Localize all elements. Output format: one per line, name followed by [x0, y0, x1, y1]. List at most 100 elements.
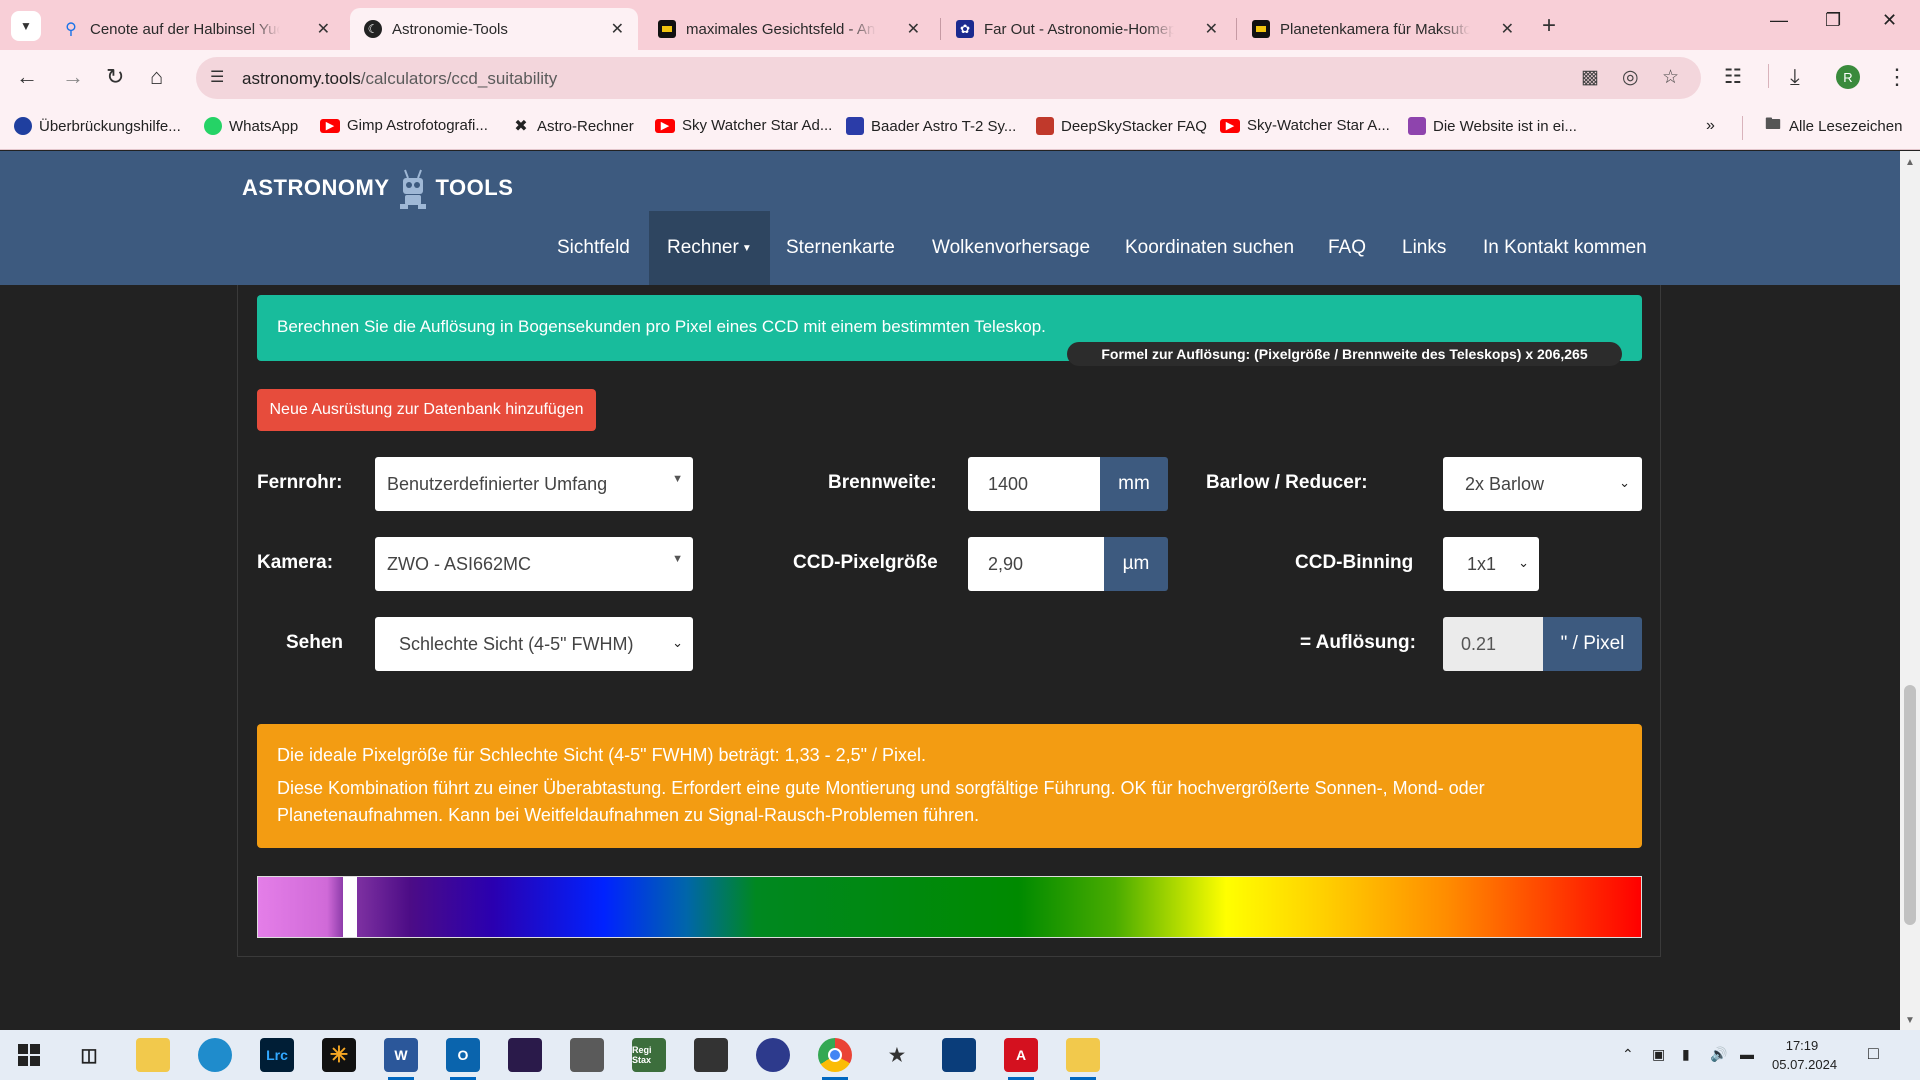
battery-icon[interactable]: ▮ — [1682, 1046, 1690, 1063]
meet-now-icon[interactable]: ▣ — [1652, 1046, 1665, 1063]
tab-search-button[interactable]: ▼ — [11, 11, 41, 41]
page-scrollbar[interactable]: ▲ ▼ — [1900, 151, 1920, 1031]
word-icon[interactable]: W — [384, 1038, 418, 1080]
astro-app-icon[interactable]: ✳ — [322, 1038, 356, 1072]
bookmark-label: Astro-Rechner — [537, 117, 634, 135]
file-explorer-icon[interactable] — [136, 1038, 170, 1072]
restore-icon[interactable]: ❐ — [1825, 10, 1841, 31]
deepskystacker-icon — [1036, 117, 1054, 135]
pixel-size-input[interactable]: 2,90 — [968, 537, 1104, 591]
nav-rechner[interactable]: Rechner ▼ — [649, 211, 770, 285]
intro-text: Berechnen Sie die Auflösung in Bogenseku… — [277, 317, 1046, 336]
site-info-icon[interactable]: ☰ — [210, 67, 224, 87]
resolution-output: 0.21 — [1443, 617, 1543, 671]
notifications-icon[interactable]: □ — [1868, 1043, 1879, 1064]
barlow-select[interactable]: 2x Barlow ⌄ — [1443, 457, 1642, 511]
nav-kontakt[interactable]: In Kontakt kommen — [1483, 211, 1647, 285]
telescope-value: Benutzerdefinierter Umfang — [387, 473, 608, 494]
snipping-icon[interactable] — [942, 1038, 976, 1072]
bookmark-item[interactable]: Die Website ist in ei... — [1408, 117, 1577, 135]
translate-icon[interactable]: ▩ — [1581, 66, 1599, 89]
nav-sternenkarte[interactable]: Sternenkarte — [786, 211, 895, 285]
system-clock[interactable]: 17:19 05.07.2024 — [1772, 1036, 1837, 1074]
telescope-app-icon[interactable]: ★ — [880, 1038, 914, 1072]
bookmark-item[interactable]: ▶ Gimp Astrofotografi... — [320, 117, 488, 134]
lightroom-icon[interactable]: Lrc — [260, 1038, 294, 1072]
scrollbar-thumb[interactable] — [1904, 685, 1916, 925]
planet-app-icon[interactable] — [756, 1038, 790, 1072]
tab-cenote[interactable]: ⚲ Cenote auf der Halbinsel Yucatán ✕ — [48, 8, 344, 50]
folder-download-icon[interactable] — [1066, 1038, 1100, 1080]
bookmark-item[interactable]: ▶ Sky Watcher Star Ad... — [655, 117, 832, 134]
nav-faq[interactable]: FAQ — [1328, 211, 1366, 285]
tab-title: maximales Gesichtsfeld - Anfänger — [686, 20, 876, 38]
tab-planetenkamera[interactable]: Planetenkamera für Maksutov 1 ✕ — [1238, 8, 1528, 50]
close-icon[interactable]: ✕ — [1205, 19, 1218, 39]
extensions-icon[interactable]: ☷ — [1724, 64, 1742, 89]
outlook-icon[interactable]: O — [446, 1038, 480, 1080]
site-logo[interactable]: ASTRONOMY TOOLS — [242, 165, 513, 211]
camera-select[interactable]: ZWO - ASI662MC ▼ — [375, 537, 693, 591]
bookmark-label: Gimp Astrofotografi... — [347, 117, 488, 134]
focal-length-input[interactable]: 1400 — [968, 457, 1100, 511]
film-icon[interactable] — [694, 1038, 728, 1072]
add-equipment-button[interactable]: Neue Ausrüstung zur Datenbank hinzufügen — [257, 389, 596, 431]
tab-far-out[interactable]: ✿ Far Out - Astronomie-Homepage ✕ — [942, 8, 1232, 50]
close-icon[interactable]: ✕ — [1501, 19, 1514, 39]
bookmark-item[interactable]: ▶ Sky-Watcher Star A... — [1220, 117, 1390, 134]
url-text[interactable]: astronomy.tools/calculators/ccd_suitabil… — [242, 69, 557, 89]
nav-wolkenvorhersage[interactable]: Wolkenvorhersage — [932, 211, 1090, 285]
task-view-icon[interactable]: ◫ — [72, 1038, 106, 1072]
stellarium-icon[interactable] — [508, 1038, 542, 1072]
star-icon[interactable]: ☆ — [1662, 66, 1679, 89]
tray-chevron-icon[interactable]: ⌃ — [1622, 1046, 1634, 1063]
start-icon[interactable] — [12, 1038, 46, 1072]
bookmark-item[interactable]: WhatsApp — [204, 117, 298, 135]
back-icon[interactable]: ← — [16, 64, 38, 90]
close-icon[interactable]: ✕ — [907, 19, 920, 39]
bookmark-item[interactable]: Baader Astro T-2 Sy... — [846, 117, 1016, 135]
window-close-icon[interactable]: ✕ — [1882, 10, 1897, 31]
all-bookmarks[interactable]: 🖿 Alle Lesezeichen — [1764, 116, 1902, 135]
tab-separator — [1236, 18, 1237, 40]
edge-icon[interactable] — [198, 1038, 232, 1072]
home-icon[interactable]: ⌂ — [150, 64, 163, 90]
bookmark-item[interactable]: DeepSkyStacker FAQ — [1036, 117, 1207, 135]
acrobat-icon[interactable]: A — [1004, 1038, 1038, 1080]
binning-select[interactable]: 1x1 ⌄ — [1443, 537, 1539, 591]
close-icon[interactable]: ✕ — [611, 19, 624, 39]
network-icon[interactable]: ▬ — [1740, 1046, 1754, 1062]
address-bar[interactable]: ☰ astronomy.tools/calculators/ccd_suitab… — [196, 57, 1701, 99]
ideal-pixel-size-text: Die ideale Pixelgröße für Schlechte Sich… — [277, 745, 927, 765]
bookmark-label: Sky-Watcher Star A... — [1247, 117, 1390, 134]
nav-links[interactable]: Links — [1402, 211, 1446, 285]
camera-label: Kamera: — [257, 552, 334, 573]
registax-icon[interactable]: Regi Stax — [632, 1038, 666, 1072]
nav-koordinaten[interactable]: Koordinaten suchen — [1125, 211, 1294, 285]
eye-off-icon[interactable]: ◎ — [1622, 66, 1639, 89]
menu-icon[interactable]: ⋮ — [1886, 64, 1908, 90]
scroll-up-icon[interactable]: ▲ — [1905, 157, 1915, 168]
reload-icon[interactable]: ↻ — [106, 64, 124, 90]
seeing-select[interactable]: Schlechte Sicht (4-5" FWHM) ⌄ — [375, 617, 693, 671]
tab-astronomie-tools[interactable]: ☾ Astronomie-Tools ✕ — [350, 8, 638, 50]
profile-avatar[interactable]: R — [1836, 65, 1860, 89]
tab-gesichtsfeld[interactable]: maximales Gesichtsfeld - Anfänger ✕ — [644, 8, 934, 50]
bookmark-item[interactable]: Überbrückungshilfe... — [14, 117, 181, 135]
scroll-down-icon[interactable]: ▼ — [1905, 1015, 1915, 1026]
bookmark-favicon — [14, 117, 32, 135]
astro-tool-icon[interactable] — [570, 1038, 604, 1072]
close-icon[interactable]: ✕ — [317, 19, 330, 39]
new-tab-button[interactable]: + — [1542, 12, 1556, 40]
telescope-select[interactable]: Benutzerdefinierter Umfang ▼ — [375, 457, 693, 511]
spectrum-marker — [343, 877, 357, 937]
forward-icon[interactable]: → — [62, 64, 84, 90]
chrome-icon[interactable] — [818, 1038, 852, 1080]
more-bookmarks-icon[interactable]: » — [1706, 117, 1715, 135]
volume-icon[interactable]: 🔊 — [1710, 1046, 1727, 1063]
download-icon[interactable]: ⤓ — [1790, 64, 1800, 90]
nav-sichtfeld[interactable]: Sichtfeld — [557, 211, 630, 285]
bookmark-item[interactable]: ✖ Astro-Rechner — [512, 117, 634, 136]
bookmarks-bar: Überbrückungshilfe... WhatsApp ▶ Gimp Ast… — [0, 108, 1920, 150]
minimize-icon[interactable]: — — [1770, 10, 1788, 31]
